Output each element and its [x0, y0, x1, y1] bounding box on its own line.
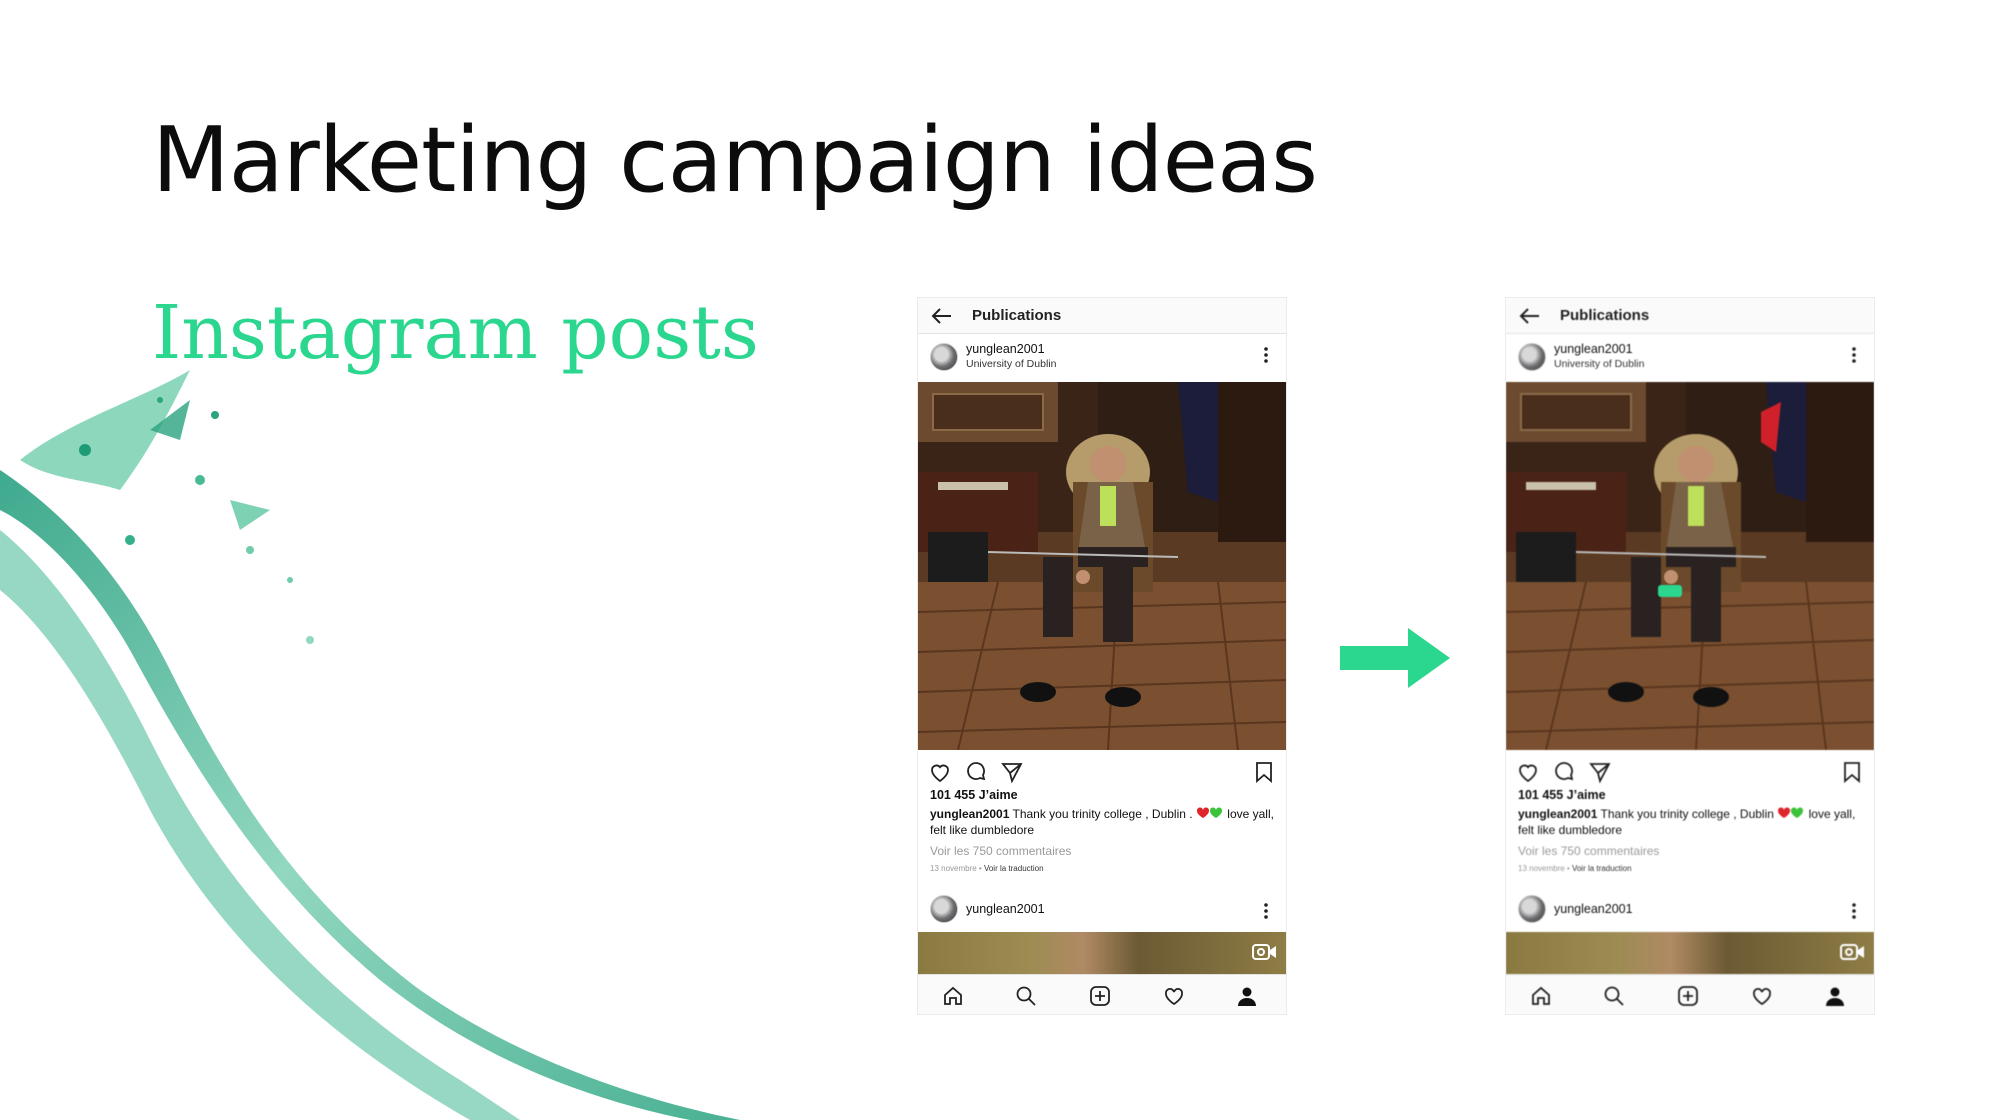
bookmark-icon[interactable] — [1252, 760, 1276, 784]
topbar-title: Publications — [972, 307, 1062, 324]
comment-icon[interactable] — [1552, 760, 1576, 784]
add-icon[interactable] — [1677, 985, 1699, 1007]
caption-username[interactable]: yunglean2001 — [930, 807, 1009, 821]
post-actions — [918, 758, 1286, 788]
likes-count[interactable]: 101 455 J’aime — [930, 788, 1018, 802]
instagram-post-mockup-original: Publications yunglean2001 University of … — [918, 298, 1286, 1014]
meta-separator: • — [1564, 864, 1572, 873]
home-icon[interactable] — [1530, 985, 1552, 1007]
search-icon[interactable] — [1015, 985, 1037, 1007]
hearts-emoji-icon — [1778, 807, 1804, 818]
post-header: yunglean2001 University of Dublin — [1506, 340, 1874, 376]
avatar[interactable] — [930, 895, 958, 923]
video-icon — [1252, 944, 1276, 960]
post-username[interactable]: yunglean2001 — [966, 342, 1045, 356]
translate-link[interactable]: Voir la traduction — [984, 864, 1044, 873]
second-post-video-preview[interactable] — [918, 932, 1286, 974]
search-icon[interactable] — [1603, 985, 1625, 1007]
video-icon — [1840, 944, 1864, 960]
avatar[interactable] — [930, 343, 958, 371]
instagram-post-mockup-edited: Publications yunglean2001 University of … — [1506, 298, 1874, 1014]
bottom-navigation — [918, 974, 1286, 1014]
post-caption: yunglean2001 Thank you trinity college ,… — [1518, 806, 1868, 838]
more-vertical-icon[interactable] — [1264, 902, 1268, 920]
view-comments-link[interactable]: Voir les 750 commentaires — [1518, 844, 1659, 858]
second-post-video-preview[interactable] — [1506, 932, 1874, 974]
profile-icon[interactable] — [1236, 985, 1258, 1007]
translate-link[interactable]: Voir la traduction — [1572, 864, 1632, 873]
bookmark-icon[interactable] — [1840, 760, 1864, 784]
post-meta: 13 novembre • Voir la traduction — [930, 864, 1044, 873]
bottom-navigation — [1506, 974, 1874, 1014]
share-icon[interactable] — [1000, 760, 1024, 784]
heart-icon[interactable] — [928, 760, 952, 784]
post-actions — [1506, 758, 1874, 788]
second-post-header: yunglean2001 — [918, 892, 1286, 928]
post-date: 13 novembre — [930, 864, 977, 873]
activity-heart-icon[interactable] — [1751, 985, 1773, 1007]
right-arrow-icon — [1340, 628, 1450, 688]
post-date: 13 novembre — [1518, 864, 1565, 873]
app-top-bar: Publications — [1506, 298, 1874, 334]
avatar[interactable] — [1518, 895, 1546, 923]
activity-heart-icon[interactable] — [1163, 985, 1185, 1007]
water-splash-decoration — [0, 370, 740, 1120]
hearts-emoji-icon — [1196, 807, 1222, 818]
post-location[interactable]: University of Dublin — [966, 358, 1056, 370]
second-post-header: yunglean2001 — [1506, 892, 1874, 928]
caption-username[interactable]: yunglean2001 — [1518, 807, 1597, 821]
meta-separator: • — [976, 864, 984, 873]
view-comments-link[interactable]: Voir les 750 commentaires — [930, 844, 1071, 858]
home-icon[interactable] — [942, 985, 964, 1007]
heart-icon[interactable] — [1516, 760, 1540, 784]
more-vertical-icon[interactable] — [1264, 346, 1268, 364]
back-arrow-icon[interactable] — [1518, 307, 1540, 325]
post-photo[interactable] — [918, 382, 1286, 750]
post-username[interactable]: yunglean2001 — [966, 902, 1045, 916]
caption-text: Thank you trinity college , Dublin — [1600, 807, 1774, 821]
post-header: yunglean2001 University of Dublin — [918, 340, 1286, 376]
post-username[interactable]: yunglean2001 — [1554, 342, 1633, 356]
back-arrow-icon[interactable] — [930, 307, 952, 325]
add-icon[interactable] — [1089, 985, 1111, 1007]
more-vertical-icon[interactable] — [1852, 346, 1856, 364]
post-caption: yunglean2001 Thank you trinity college ,… — [930, 806, 1280, 838]
comment-icon[interactable] — [964, 760, 988, 784]
profile-icon[interactable] — [1824, 985, 1846, 1007]
more-vertical-icon[interactable] — [1852, 902, 1856, 920]
app-top-bar: Publications — [918, 298, 1286, 334]
topbar-title: Publications — [1560, 307, 1650, 324]
post-location[interactable]: University of Dublin — [1554, 358, 1644, 370]
post-meta: 13 novembre • Voir la traduction — [1518, 864, 1632, 873]
likes-count[interactable]: 101 455 J’aime — [1518, 788, 1606, 802]
slide-title: Marketing campaign ideas — [152, 108, 1318, 213]
share-icon[interactable] — [1588, 760, 1612, 784]
post-photo[interactable] — [1506, 382, 1874, 750]
caption-text: Thank you trinity college , Dublin . — [1012, 807, 1193, 821]
post-username[interactable]: yunglean2001 — [1554, 902, 1633, 916]
avatar[interactable] — [1518, 343, 1546, 371]
